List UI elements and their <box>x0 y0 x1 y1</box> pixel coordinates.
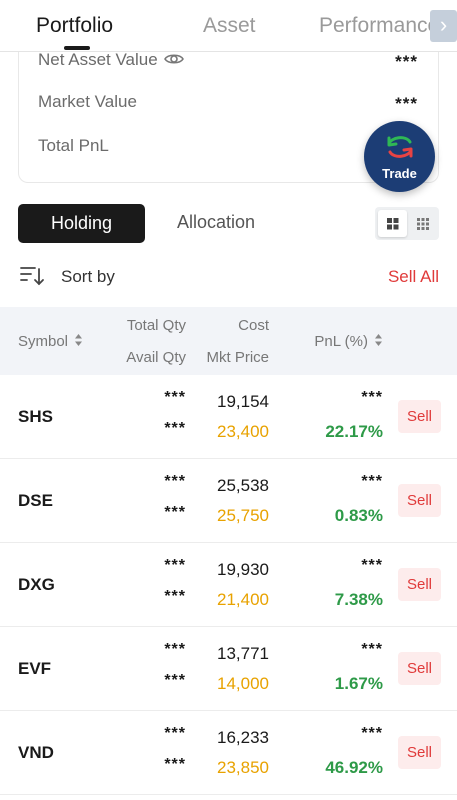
table-header: Symbol Total Qty Avail Qty Cost Mkt Pric… <box>0 307 457 375</box>
row-cost: 25,538 <box>217 476 269 495</box>
row-pnl-percent: 22.17% <box>325 422 383 441</box>
market-value-label: Market Value <box>38 92 137 111</box>
row-pnl-value: *** <box>361 473 383 490</box>
avail-qty-header: Avail Qty <box>126 349 186 366</box>
row-avail-qty: *** <box>164 756 186 773</box>
row-symbol: SHS <box>18 407 53 426</box>
grid-large-icon[interactable] <box>378 210 407 237</box>
row-symbol: DXG <box>18 575 55 594</box>
row-cost: 13,771 <box>217 644 269 663</box>
row-total-qty: *** <box>164 389 186 406</box>
table-row[interactable]: DSE *** *** 25,538 25,750 *** 0.83% Sell <box>0 459 457 543</box>
sort-updown-icon <box>74 333 83 351</box>
row-avail-qty: *** <box>164 588 186 605</box>
pnl-column-header[interactable]: PnL (%) <box>314 333 383 351</box>
row-total-qty: *** <box>164 557 186 574</box>
row-pnl-percent: 7.38% <box>334 590 383 609</box>
row-symbol: VND <box>18 743 54 762</box>
row-pnl-percent: 46.92% <box>325 758 383 777</box>
trade-button[interactable]: Trade <box>364 121 435 192</box>
total-pnl-label: Total PnL <box>38 136 109 155</box>
table-row[interactable]: VND *** *** 16,233 23,850 *** 46.92% Sel… <box>0 711 457 795</box>
row-mkt-price: 21,400 <box>217 590 269 609</box>
segment-allocation[interactable]: Allocation <box>177 212 255 233</box>
market-value: *** <box>395 94 418 113</box>
row-avail-qty: *** <box>164 420 186 437</box>
eye-icon[interactable] <box>163 51 184 71</box>
sell-button[interactable]: Sell <box>398 568 441 601</box>
row-mkt-price: 23,400 <box>217 422 269 441</box>
row-avail-qty: *** <box>164 504 186 521</box>
cost-header: Cost <box>238 317 269 334</box>
row-pnl-value: *** <box>361 725 383 742</box>
table-row[interactable]: DXG *** *** 19,930 21,400 *** 7.38% Sell <box>0 543 457 627</box>
table-row[interactable]: SHS *** *** 19,154 23,400 *** 22.17% Sel… <box>0 375 457 459</box>
trade-label: Trade <box>382 166 417 181</box>
row-mkt-price: 14,000 <box>217 674 269 693</box>
row-pnl-value: *** <box>361 389 383 406</box>
chevron-right-icon[interactable]: › <box>430 10 457 42</box>
sell-button[interactable]: Sell <box>398 400 441 433</box>
total-qty-header: Total Qty <box>126 317 186 334</box>
sell-button[interactable]: Sell <box>398 652 441 685</box>
row-symbol: DSE <box>18 491 53 510</box>
mkt-price-header: Mkt Price <box>206 349 269 366</box>
row-pnl-percent: 0.83% <box>334 506 383 525</box>
sort-updown-icon <box>374 333 383 351</box>
tab-asset[interactable]: Asset <box>203 14 256 38</box>
row-total-qty: *** <box>164 473 186 490</box>
active-tab-indicator <box>64 46 90 50</box>
row-cost: 19,930 <box>217 560 269 579</box>
sell-all-button[interactable]: Sell All <box>388 267 439 287</box>
swap-arrows-icon <box>387 136 413 158</box>
net-asset-value-label: Net Asset Value <box>38 50 184 71</box>
symbol-column-header[interactable]: Symbol <box>18 333 83 351</box>
view-toggle <box>375 207 439 240</box>
row-mkt-price: 23,850 <box>217 758 269 777</box>
row-pnl-value: *** <box>361 641 383 658</box>
row-mkt-price: 25,750 <box>217 506 269 525</box>
row-cost: 16,233 <box>217 728 269 747</box>
sort-by-label[interactable]: Sort by <box>61 267 115 287</box>
sell-button[interactable]: Sell <box>398 484 441 517</box>
row-symbol: EVF <box>18 659 52 678</box>
tab-portfolio[interactable]: Portfolio <box>36 14 113 38</box>
grid-small-icon[interactable] <box>410 210 436 237</box>
net-asset-value: *** <box>395 52 418 71</box>
sort-icon[interactable] <box>18 264 46 293</box>
tab-performance[interactable]: Performance <box>319 14 439 38</box>
row-total-qty: *** <box>164 725 186 742</box>
sell-button[interactable]: Sell <box>398 736 441 769</box>
table-row[interactable]: EVF *** *** 13,771 14,000 *** 1.67% Sell <box>0 627 457 711</box>
segment-holding[interactable]: Holding <box>18 204 145 243</box>
row-total-qty: *** <box>164 641 186 658</box>
top-tab-bar: Portfolio Asset Performance › <box>0 0 457 52</box>
row-pnl-percent: 1.67% <box>334 674 383 693</box>
row-pnl-value: *** <box>361 557 383 574</box>
row-cost: 19,154 <box>217 392 269 411</box>
row-avail-qty: *** <box>164 672 186 689</box>
